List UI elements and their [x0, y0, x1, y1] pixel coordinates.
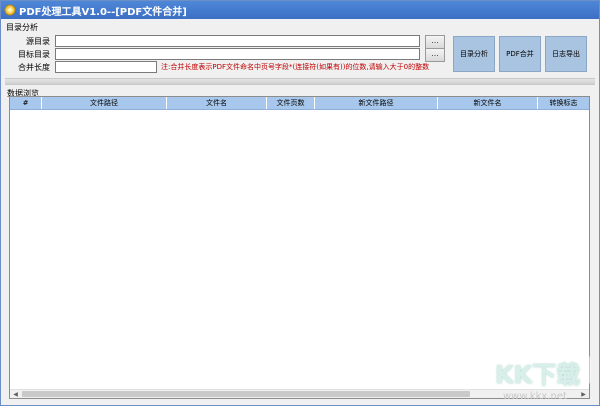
column-header-new-file-name[interactable]: 新文件名 — [438, 97, 538, 109]
app-icon — [4, 4, 16, 16]
merge-length-input[interactable] — [55, 61, 157, 73]
main-window: PDF处理工具V1.0--[PDF文件合并] 目录分析 源目录 ... 目标目录… — [0, 0, 600, 406]
title-bar: PDF处理工具V1.0--[PDF文件合并] — [1, 1, 599, 19]
column-header-file-name[interactable]: 文件名 — [167, 97, 267, 109]
scroll-thumb[interactable] — [22, 391, 470, 397]
watermark-url: www.kkx.net — [503, 391, 567, 402]
target-dir-input[interactable] — [55, 48, 420, 60]
column-header-new-file-path[interactable]: 新文件路径 — [315, 97, 438, 109]
toolbar-separator — [5, 78, 595, 85]
column-header-index[interactable]: # — [10, 97, 42, 109]
watermark-brand: KK下载 — [495, 361, 581, 389]
column-header-page-count[interactable]: 文件页数 — [267, 97, 315, 109]
merge-length-label: 合并长度 — [18, 63, 50, 72]
scroll-left-icon[interactable]: ◀ — [11, 391, 20, 398]
kkx-watermark: KK下载 www.kkx.net — [481, 351, 599, 405]
column-header-file-path[interactable]: 文件路径 — [42, 97, 167, 109]
source-dir-label: 源目录 — [26, 37, 50, 46]
merge-button[interactable]: PDF合并 — [499, 36, 541, 72]
analysis-group-title: 目录分析 — [6, 23, 38, 32]
target-dir-label: 目标目录 — [18, 50, 50, 59]
browse-source-button[interactable]: ... — [425, 35, 445, 49]
grid-header: # 文件路径 文件名 文件页数 新文件路径 新文件名 转换标志 — [10, 97, 589, 110]
analyze-button[interactable]: 目录分析 — [453, 36, 495, 72]
source-dir-input[interactable] — [55, 35, 420, 47]
window-title: PDF处理工具V1.0--[PDF文件合并] — [19, 7, 187, 18]
column-header-convert-flag[interactable]: 转换标志 — [538, 97, 589, 109]
merge-length-note: 注:合并长度表示PDF文件命名中页号字段*(连接符(如果有))的位数,请输入大于… — [161, 63, 430, 71]
browse-target-button[interactable]: ... — [425, 48, 445, 62]
export-log-button[interactable]: 日志导出 — [545, 36, 587, 72]
